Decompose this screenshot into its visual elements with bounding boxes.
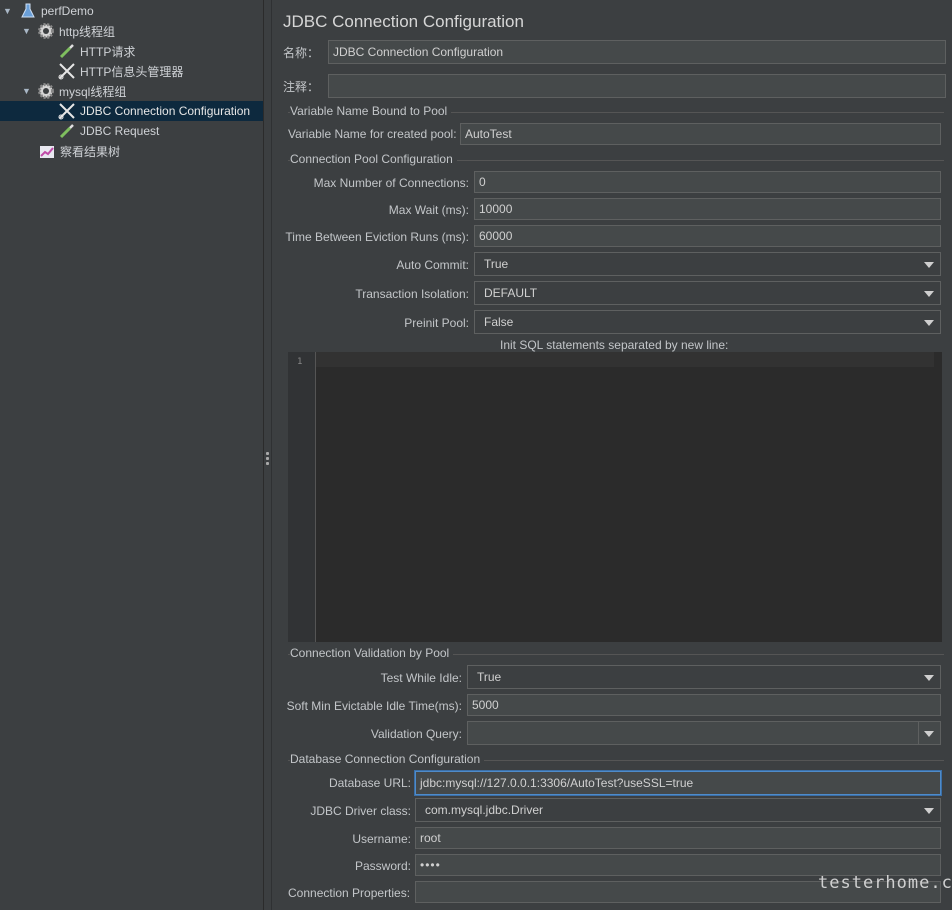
name-field[interactable]: JDBC Connection Configuration: [328, 40, 946, 64]
tree-item-view-results-tree[interactable]: 察看结果树: [0, 141, 263, 161]
tree-item-label: mysql线程组: [59, 84, 127, 99]
expand-arrow-icon[interactable]: ▼: [3, 6, 13, 16]
database-url-field[interactable]: jdbc:mysql://127.0.0.1:3306/AutoTest?use…: [415, 771, 941, 795]
gear-icon: [37, 22, 55, 40]
flask-icon: [19, 2, 37, 20]
tree-item-label: JDBC Connection Configuration: [80, 104, 251, 118]
comment-field[interactable]: [328, 74, 946, 98]
current-line-highlight: [316, 352, 934, 367]
select-value: True: [477, 670, 502, 684]
var-name-group: Variable Name Bound to Pool: [288, 104, 944, 119]
preinit-pool-select[interactable]: False: [474, 310, 941, 334]
combo-separator: [918, 722, 919, 744]
expand-arrow-icon[interactable]: ▼: [22, 86, 32, 96]
tree-item-label: HTTP信息头管理器: [80, 64, 184, 79]
comment-label: 注释：: [283, 80, 320, 94]
expand-arrow-icon[interactable]: ▼: [22, 26, 32, 36]
splitter-grip-icon[interactable]: [266, 452, 269, 467]
tree-item-http-request[interactable]: HTTP请求: [0, 41, 263, 61]
select-value: com.mysql.jdbc.Driver: [425, 803, 544, 817]
watermark: testerhome.com: [818, 873, 952, 893]
line-number-gutter: 1: [288, 352, 316, 642]
init-sql-editor[interactable]: 1: [288, 352, 942, 642]
preinit-pool-label: Preinit Pool:: [404, 316, 469, 330]
init-sql-label: Init SQL statements separated by new lin…: [500, 338, 729, 352]
panel-splitter[interactable]: [263, 0, 272, 910]
tree-item-label: 察看结果树: [60, 144, 121, 159]
chevron-down-icon[interactable]: [924, 291, 934, 297]
name-label: 名称：: [283, 46, 320, 60]
group-title: Variable Name Bound to Pool: [290, 104, 452, 118]
chevron-down-icon[interactable]: [924, 262, 934, 268]
auto-commit-select[interactable]: True: [474, 252, 941, 276]
test-while-idle-select[interactable]: True: [467, 665, 941, 689]
transaction-isolation-label: Transaction Isolation:: [355, 287, 469, 301]
test-plan-tree: ▼ perfDemo ▼ http线程组 HTTP请求 HTTP信息头管理器 ▼…: [0, 0, 263, 910]
chart-icon: [38, 142, 56, 160]
var-name-field[interactable]: AutoTest: [460, 123, 941, 145]
tree-item-mysql-thread-group[interactable]: ▼ mysql线程组: [0, 81, 263, 101]
username-field[interactable]: root: [415, 827, 941, 849]
chevron-down-icon[interactable]: [924, 731, 934, 737]
pool-config-group: Connection Pool Configuration: [288, 152, 944, 167]
pipette-icon: [58, 42, 76, 60]
max-connections-label: Max Number of Connections:: [313, 176, 469, 190]
soft-min-idle-field[interactable]: 5000: [467, 694, 941, 716]
line-number: 1: [297, 357, 303, 367]
tree-item-label: HTTP请求: [80, 44, 136, 59]
auto-commit-label: Auto Commit:: [396, 258, 469, 272]
max-connections-field[interactable]: 0: [474, 171, 941, 193]
tree-item-label: http线程组: [59, 24, 116, 39]
tree-item-jdbc-request[interactable]: JDBC Request: [0, 121, 263, 141]
wrench-scissors-icon: [58, 102, 76, 120]
var-name-label: Variable Name for created pool:: [288, 127, 457, 141]
page-title: JDBC Connection Configuration: [283, 12, 524, 31]
eviction-runs-label: Time Between Eviction Runs (ms):: [285, 230, 469, 244]
editor-scrollbar[interactable]: [934, 352, 942, 642]
wrench-scissors-icon: [58, 62, 76, 80]
validation-query-combo[interactable]: [467, 721, 941, 745]
chevron-down-icon[interactable]: [924, 320, 934, 326]
gear-icon: [37, 82, 55, 100]
select-value: True: [484, 257, 509, 271]
tree-item-label: JDBC Request: [80, 124, 160, 138]
group-title: Connection Pool Configuration: [290, 152, 457, 166]
select-value: False: [484, 315, 514, 329]
tree-item-perfdemo[interactable]: ▼ perfDemo: [0, 1, 263, 21]
tree-item-jdbc-connection-config[interactable]: JDBC Connection Configuration: [0, 101, 263, 121]
max-wait-field[interactable]: 10000: [474, 198, 941, 220]
chevron-down-icon[interactable]: [924, 808, 934, 814]
pipette-icon: [58, 122, 76, 140]
tree-item-header-manager[interactable]: HTTP信息头管理器: [0, 61, 263, 81]
eviction-runs-field[interactable]: 60000: [474, 225, 941, 247]
chevron-down-icon[interactable]: [924, 675, 934, 681]
tree-item-http-thread-group[interactable]: ▼ http线程组: [0, 21, 263, 41]
transaction-isolation-select[interactable]: DEFAULT: [474, 281, 941, 305]
max-wait-label: Max Wait (ms):: [388, 203, 469, 217]
jdbc-driver-select[interactable]: com.mysql.jdbc.Driver: [415, 798, 941, 822]
select-value: DEFAULT: [484, 286, 538, 300]
tree-item-label: perfDemo: [41, 4, 94, 18]
